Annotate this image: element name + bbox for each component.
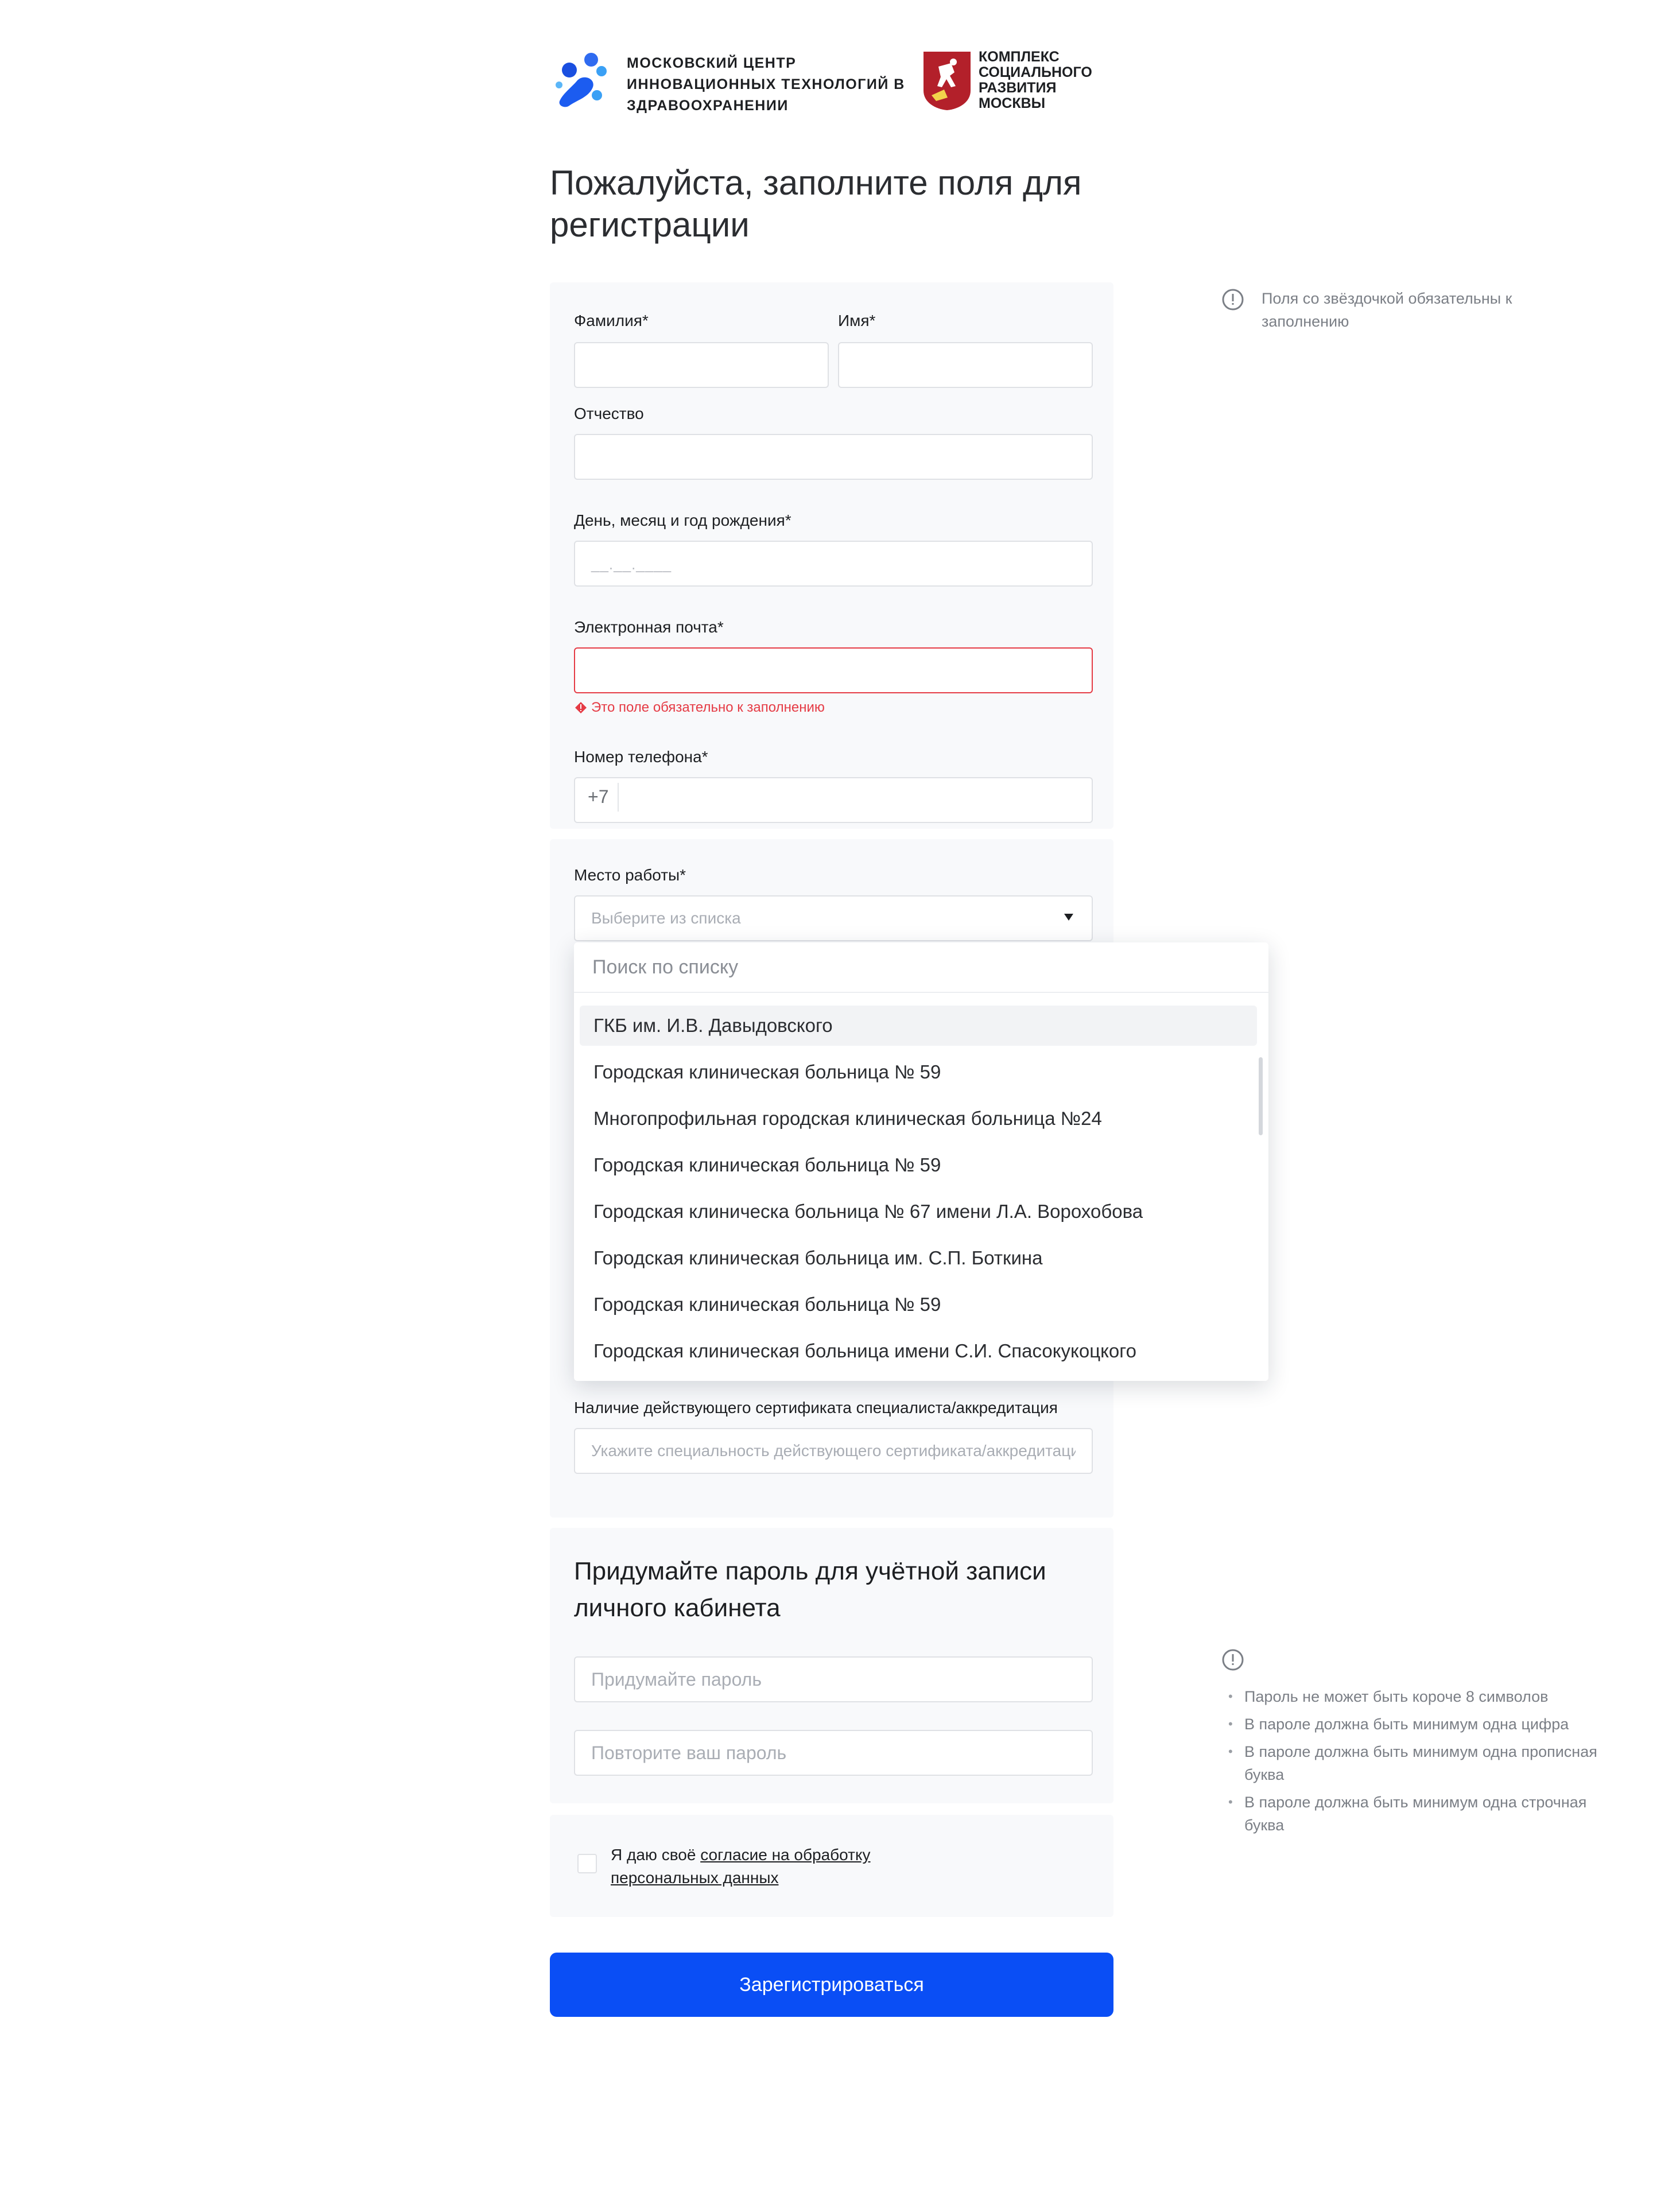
password-input[interactable]: [574, 1656, 1093, 1702]
mcit-logo-icon: [556, 53, 607, 107]
dropdown-option[interactable]: Городская клиническа больница № 67 имени…: [580, 1192, 1257, 1238]
last-name-label: Фамилия*: [574, 312, 649, 329]
password-rule: Пароль не может быть короче 8 символов: [1228, 1685, 1607, 1708]
email-label: Электронная почта*: [574, 618, 724, 636]
password-rule: В пароле должна быть минимум одна пропис…: [1228, 1740, 1607, 1786]
workplace-select[interactable]: Выберите из списка: [574, 895, 1093, 941]
dropdown-divider: [574, 992, 1268, 993]
password-section-title: Придумайте пароль для учётной записи лич…: [574, 1557, 1046, 1622]
birth-date-mask: __.__.____: [591, 556, 672, 573]
password-rule: В пароле должна быть минимум одна цифра: [1228, 1713, 1607, 1736]
phone-input[interactable]: [574, 777, 1093, 823]
dropdown-list: ГКБ им. И.В. Давыдовского Городская клин…: [580, 1006, 1257, 1377]
moscow-coat-of-arms-icon: [923, 52, 971, 110]
password-rule: В пароле должна быть минимум одна строчн…: [1228, 1791, 1607, 1837]
consent-checkbox[interactable]: [577, 1854, 597, 1873]
middle-name-input[interactable]: [574, 434, 1093, 480]
info-icon: [1222, 289, 1244, 311]
dropdown-option[interactable]: Городская клиническая больница № 59: [580, 1052, 1257, 1099]
workplace-label: Место работы*: [574, 866, 686, 884]
workplace-select-placeholder: Выберите из списка: [591, 909, 741, 927]
consent-prefix: Я даю своё: [611, 1846, 701, 1864]
middle-name-label: Отчество: [574, 405, 644, 422]
dropdown-option[interactable]: ГКБ им. И.В. Давыдовского: [580, 1006, 1257, 1046]
certificate-label: Наличие действующего сертификата специал…: [574, 1399, 1058, 1417]
phone-label: Номер телефона*: [574, 748, 708, 766]
first-name-input[interactable]: [838, 342, 1093, 388]
mcit-logo-text: МОСКОВСКИЙ ЦЕНТР ИННОВАЦИОННЫХ ТЕХНОЛОГИ…: [627, 55, 905, 114]
dropdown-option[interactable]: Многопрофильная городская клиническая бо…: [580, 1099, 1257, 1145]
phone-prefix: +7: [588, 786, 609, 807]
email-error-message: Это поле обязательно к заполнению: [574, 699, 825, 716]
registration-page: МОСКОВСКИЙ ЦЕНТР ИННОВАЦИОННЫХ ТЕХНОЛОГИ…: [0, 0, 1653, 2212]
password-rules-list: Пароль не может быть короче 8 символов В…: [1228, 1685, 1607, 1841]
dropdown-option[interactable]: Городская клиническая больница имени С.И…: [580, 1331, 1257, 1377]
dropdown-option[interactable]: Городская клиническая больница № 59: [580, 1145, 1257, 1192]
dropdown-option[interactable]: Городская клиническая больница им. С.П. …: [580, 1238, 1257, 1284]
phone-prefix-divider: [618, 783, 619, 812]
error-icon: [575, 702, 587, 713]
workplace-dropdown: Поиск по списку ГКБ им. И.В. Давыдовског…: [574, 942, 1268, 1381]
dropdown-search-input[interactable]: Поиск по списку: [592, 956, 738, 979]
last-name-input[interactable]: [574, 342, 829, 388]
register-button[interactable]: Зарегистрироваться: [550, 1953, 1113, 2017]
dropdown-option[interactable]: Городская клиническая больница № 59: [580, 1284, 1257, 1331]
dropdown-scrollbar[interactable]: [1259, 1057, 1263, 1135]
certificate-input[interactable]: [574, 1428, 1093, 1474]
consent-text: Я даю своё согласие на обработку персона…: [611, 1844, 921, 1889]
email-error-text: Это поле обязательно к заполнению: [591, 700, 825, 715]
email-input[interactable]: [574, 647, 1093, 693]
birth-date-label: День, месяц и год рождения*: [574, 511, 791, 529]
repeat-password-input[interactable]: [574, 1730, 1093, 1776]
first-name-label: Имя*: [838, 312, 876, 329]
caret-down-icon[interactable]: [1064, 914, 1073, 921]
required-fields-hint: Поля со звёздочкой обязательны к заполне…: [1262, 290, 1512, 330]
ksr-logo-text: КОМПЛЕКС СОЦИАЛЬНОГО РАЗВИТИЯ МОСКВЫ: [979, 49, 1092, 111]
page-title: Пожалуйста, заполните поля для регистрац…: [550, 164, 1082, 244]
info-icon: [1222, 1649, 1244, 1671]
